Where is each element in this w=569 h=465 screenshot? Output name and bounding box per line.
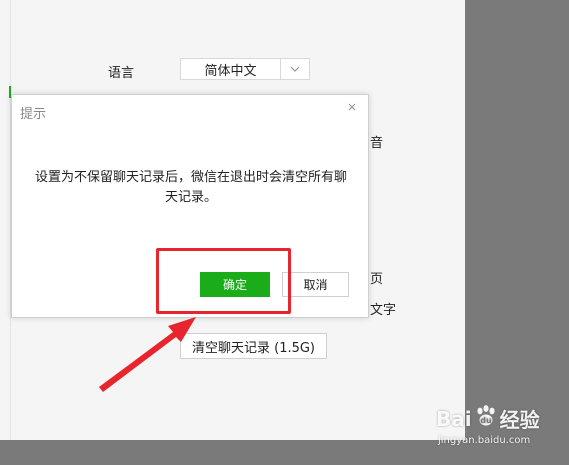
clear-chat-history-button[interactable]: 清空聊天记录 (1.5G)	[180, 333, 327, 359]
watermark-url: jingyan.baidu.com	[438, 435, 531, 446]
dialog-title: 提示	[20, 107, 47, 122]
screenshot-stage: 语言 简体中文 音 页 文字 清空聊天记录 (1.5G) 提示 设置为不保留聊天…	[0, 0, 569, 465]
watermark-brand-right: 经验	[499, 408, 540, 432]
obscured-setting-text-2: 页	[370, 272, 384, 287]
close-icon[interactable]	[346, 101, 358, 113]
obscured-setting-text-3: 文字	[370, 303, 397, 318]
language-label: 语言	[108, 66, 135, 81]
chevron-down-icon[interactable]	[280, 59, 309, 79]
language-select-value: 简体中文	[204, 63, 257, 79]
dialog-message: 设置为不保留聊天记录后，微信在退出时会清空所有聊天记录。	[34, 170, 347, 205]
obscured-setting-text-1: 音	[370, 136, 384, 151]
paw-icon: du	[474, 404, 498, 433]
annotation-highlight-box	[156, 248, 291, 314]
language-select[interactable]: 简体中文	[180, 58, 310, 80]
cancel-button[interactable]: 取消	[282, 272, 349, 297]
svg-text:du: du	[480, 416, 492, 425]
watermark-brand-left: Bai	[436, 406, 472, 431]
baidu-jingyan-watermark: Bai du 经验 jingyan.baidu.com	[436, 404, 566, 460]
